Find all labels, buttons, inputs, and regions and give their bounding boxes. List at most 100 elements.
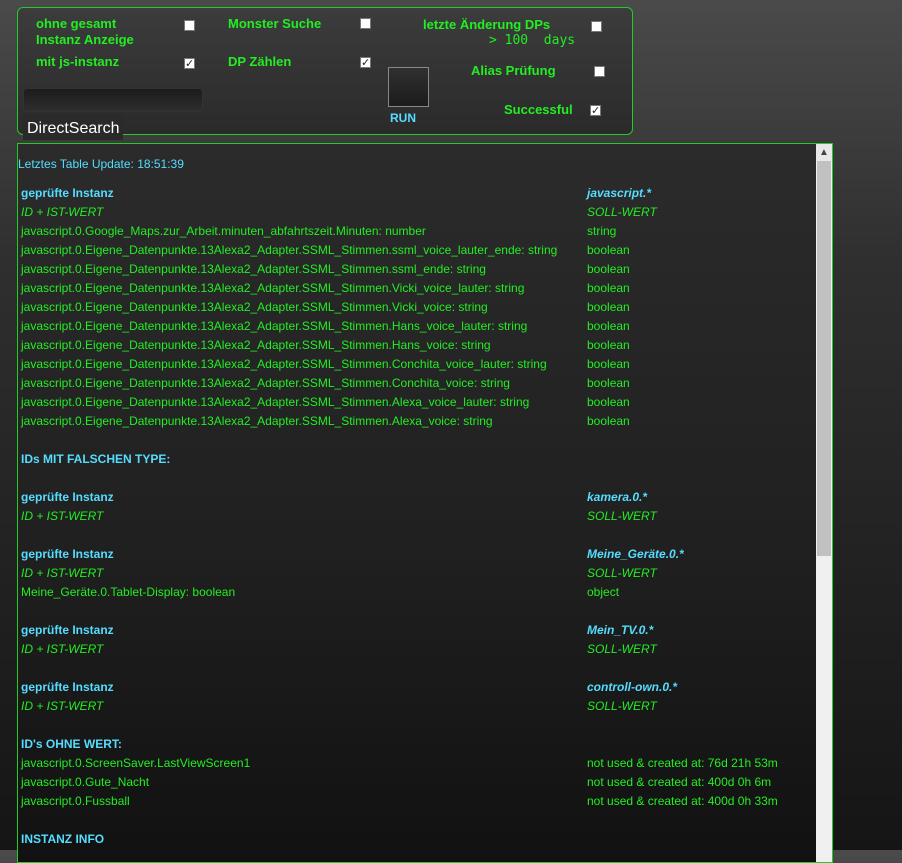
table-row: [18, 602, 816, 621]
run-button[interactable]: [388, 67, 429, 107]
row-id-cell: ID + IST-WERT: [21, 509, 104, 523]
row-value-cell: string: [587, 224, 617, 238]
run-label[interactable]: RUN: [390, 111, 416, 125]
row-id-cell: javascript.0.Eigene_Datenpunkte.13Alexa2…: [21, 338, 491, 352]
row-id-cell: javascript.0.Eigene_Datenpunkte.13Alexa2…: [21, 414, 493, 428]
monster-suche-checkbox[interactable]: [360, 18, 371, 29]
ohne-gesamt-label: ohne gesamt: [36, 16, 117, 31]
row-id-cell: javascript.0.ScreenSaver.LastViewScreen1: [21, 756, 251, 770]
row-id-cell: javascript.0.Eigene_Datenpunkte.13Alexa2…: [21, 376, 510, 390]
table-row: javascript.0.Eigene_Datenpunkte.13Alexa2…: [18, 374, 816, 393]
letzte-aenderung-checkbox[interactable]: [591, 21, 602, 32]
row-value-cell: boolean: [587, 319, 630, 333]
table-row: [18, 469, 816, 488]
table-row: javascript.0.Eigene_Datenpunkte.13Alexa2…: [18, 317, 816, 336]
table-update-time: Letztes Table Update: 18:51:39: [18, 157, 184, 171]
table-row: [18, 659, 816, 678]
section-heading-row: IDs MIT FALSCHEN TYPE:: [18, 450, 816, 469]
table-row: javascript.0.Gute_Nacht not used & create…: [18, 773, 816, 792]
table-row: javascript.0.Eigene_Datenpunkte.13Alexa2…: [18, 412, 816, 431]
mit-js-instanz-label: mit js-instanz: [36, 54, 120, 69]
successful-label: Successful: [504, 102, 573, 117]
table-row: ID + IST-WERT SOLL-WERT: [18, 697, 816, 716]
table-row: javascript.0.Eigene_Datenpunkte.13Alexa2…: [18, 355, 816, 374]
result-table-panel: Letztes Table Update: 18:51:39 geprüfte …: [17, 143, 833, 863]
row-id-cell: ID + IST-WERT: [21, 205, 104, 219]
direct-search-button[interactable]: DirectSearch: [23, 114, 124, 140]
table-row: [18, 526, 816, 545]
row-value-cell: Meine_Geräte.0.*: [587, 547, 684, 561]
row-id-cell: geprüfte Instanz: [21, 490, 114, 504]
row-id-cell: javascript.0.Fussball: [21, 794, 130, 808]
table-row: Meine_Geräte.0.Tablet-Display: boolean ob…: [18, 583, 816, 602]
row-id-cell: javascript.0.Eigene_Datenpunkte.13Alexa2…: [21, 262, 486, 276]
row-id-cell: javascript.0.Eigene_Datenpunkte.13Alexa2…: [21, 319, 528, 333]
table-row: javascript.0.Eigene_Datenpunkte.13Alexa2…: [18, 279, 816, 298]
row-value-cell: kamera.0.*: [587, 490, 648, 504]
table-row: javascript.0.Google_Maps.zur_Arbeit.minu…: [18, 222, 816, 241]
search-input[interactable]: [23, 88, 203, 112]
letzte-aenderung-label: letzte Änderung DPs: [423, 17, 551, 32]
row-id-cell: ID + IST-WERT: [21, 642, 104, 656]
row-value-cell: not used & created at: 400d 0h 6m: [587, 775, 772, 789]
row-id-cell: ID + IST-WERT: [21, 566, 104, 580]
instance-header-row: geprüfte Instanz Mein_TV.0.*: [18, 621, 816, 640]
row-value-cell: boolean: [587, 300, 630, 314]
mit-js-instanz-checkbox[interactable]: ✓: [184, 58, 195, 69]
row-id-cell: ID's OHNE WERT:: [21, 737, 122, 751]
row-value-cell: not used & created at: 400d 0h 33m: [587, 794, 778, 808]
row-value-cell: boolean: [587, 338, 630, 352]
row-value-cell: boolean: [587, 281, 630, 295]
table-row: javascript.0.Eigene_Datenpunkte.13Alexa2…: [18, 336, 816, 355]
table-row: javascript.0.Fussball not used & created …: [18, 792, 816, 811]
table-row: ID + IST-WERT SOLL-WERT: [18, 203, 816, 222]
table-row: javascript.0.ScreenSaver.LastViewScreen1…: [18, 754, 816, 773]
row-value-cell: boolean: [587, 414, 630, 428]
instance-header-row: geprüfte Instanz Meine_Geräte.0.*: [18, 545, 816, 564]
alias-pruefung-checkbox[interactable]: [594, 66, 605, 77]
table-row: [18, 716, 816, 735]
table-row: ID + IST-WERT SOLL-WERT: [18, 564, 816, 583]
row-value-cell: boolean: [587, 357, 630, 371]
row-id-cell: javascript.0.Eigene_Datenpunkte.13Alexa2…: [21, 243, 558, 257]
table-row: javascript.0.Eigene_Datenpunkte.13Alexa2…: [18, 241, 816, 260]
table-row: [18, 811, 816, 830]
row-id-cell: INSTANZ INFO: [21, 832, 105, 846]
scroll-up-arrow-icon[interactable]: ▲: [816, 144, 832, 161]
row-value-cell: Mein_TV.0.*: [587, 623, 654, 637]
dp-zaehlen-label: DP Zählen: [228, 54, 292, 69]
row-value-cell: SOLL-WERT: [587, 642, 657, 656]
table-row: [18, 431, 816, 450]
monster-suche-label: Monster Suche: [228, 16, 322, 31]
dp-zaehlen-checkbox[interactable]: ✓: [360, 57, 371, 68]
row-value-cell: boolean: [587, 376, 630, 390]
row-value-cell: boolean: [587, 395, 630, 409]
result-rows: geprüfte Instanz javascript.* ID + IST-WER…: [18, 184, 816, 849]
row-id-cell: javascript.0.Eigene_Datenpunkte.13Alexa2…: [21, 357, 547, 371]
table-row: ID + IST-WERT SOLL-WERT: [18, 640, 816, 659]
row-id-cell: geprüfte Instanz: [21, 623, 114, 637]
scrollbar-thumb[interactable]: [817, 161, 831, 556]
successful-checkbox[interactable]: ✓: [590, 105, 601, 116]
row-value-cell: controll-own.0.*: [587, 680, 677, 694]
section-heading-row: ID's OHNE WERT:: [18, 735, 816, 754]
table-row: javascript.0.Eigene_Datenpunkte.13Alexa2…: [18, 260, 816, 279]
section-heading-row: INSTANZ INFO: [18, 830, 816, 849]
row-id-cell: geprüfte Instanz: [21, 680, 114, 694]
row-id-cell: IDs MIT FALSCHEN TYPE:: [21, 452, 171, 466]
instance-header-row: geprüfte Instanz javascript.*: [18, 184, 816, 203]
table-row: javascript.0.Eigene_Datenpunkte.13Alexa2…: [18, 298, 816, 317]
vertical-scrollbar[interactable]: ▲: [816, 144, 832, 862]
row-id-cell: javascript.0.Google_Maps.zur_Arbeit.minu…: [21, 224, 426, 238]
row-value-cell: SOLL-WERT: [587, 566, 657, 580]
row-value-cell: javascript.*: [587, 186, 652, 200]
row-id-cell: javascript.0.Eigene_Datenpunkte.13Alexa2…: [21, 395, 530, 409]
row-value-cell: boolean: [587, 243, 630, 257]
table-row: javascript.0.Eigene_Datenpunkte.13Alexa2…: [18, 393, 816, 412]
row-id-cell: geprüfte Instanz: [21, 186, 114, 200]
row-value-cell: SOLL-WERT: [587, 509, 657, 523]
days-threshold[interactable]: > 100 days: [489, 33, 575, 48]
ohne-gesamt-checkbox[interactable]: [184, 20, 195, 31]
row-value-cell: not used & created at: 76d 21h 53m: [587, 756, 778, 770]
instance-header-row: geprüfte Instanz kamera.0.*: [18, 488, 816, 507]
